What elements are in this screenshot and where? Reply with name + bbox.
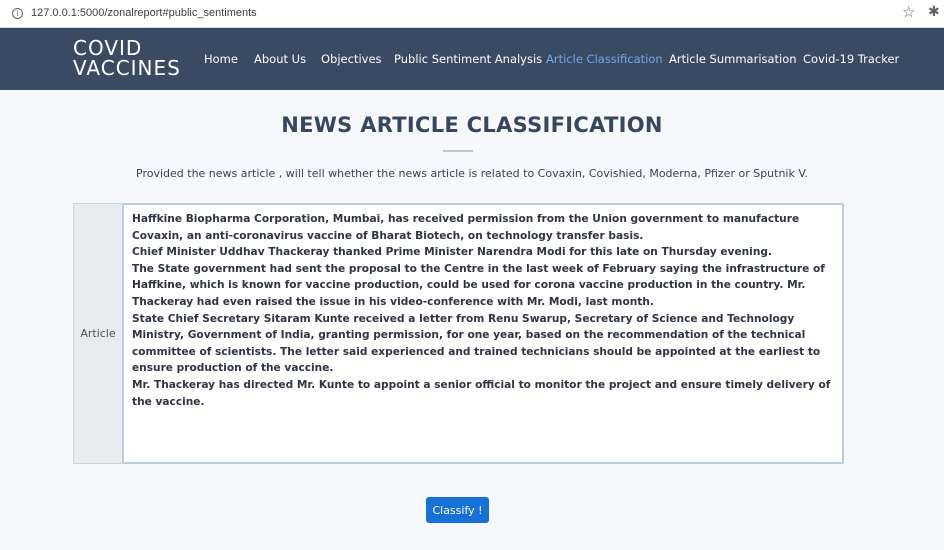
page-description: Provided the news article , will tell wh… [136, 167, 808, 180]
site-logo[interactable]: COVID VACCINES [73, 38, 181, 78]
nav-about-us[interactable]: About Us [254, 52, 306, 66]
star-icon[interactable]: ☆ [902, 5, 915, 20]
puzzle-icon[interactable]: ✱ [928, 5, 940, 19]
nav-article-classification[interactable]: Article Classification [546, 52, 663, 66]
url-text[interactable]: 127.0.0.1:5000/zonalreport#public_sentim… [31, 7, 257, 19]
nav-article-summarisation[interactable]: Article Summarisation [669, 52, 797, 66]
logo-line-2: VACCINES [73, 56, 181, 80]
article-label: Article [80, 327, 116, 340]
article-textarea[interactable]: Haffkine Biopharma Corporation, Mumbai, … [122, 203, 844, 464]
logo-line-1: COVID [73, 36, 143, 60]
browser-address-bar[interactable]: i 127.0.0.1:5000/zonalreport#public_sent… [0, 0, 944, 28]
navbar: COVID VACCINES Home About Us Objectives … [0, 28, 944, 90]
nav-objectives[interactable]: Objectives [321, 52, 382, 66]
nav-covid-19-tracker[interactable]: Covid-19 Tracker [803, 52, 899, 66]
info-icon[interactable]: i [12, 8, 23, 19]
page-title: NEWS ARTICLE CLASSIFICATION [281, 113, 663, 137]
nav-home[interactable]: Home [204, 52, 238, 66]
title-divider [443, 150, 473, 152]
nav-public-sentiment-analysis[interactable]: Public Sentiment Analysis [394, 52, 542, 66]
classify-button[interactable]: Classify ! [426, 497, 489, 523]
